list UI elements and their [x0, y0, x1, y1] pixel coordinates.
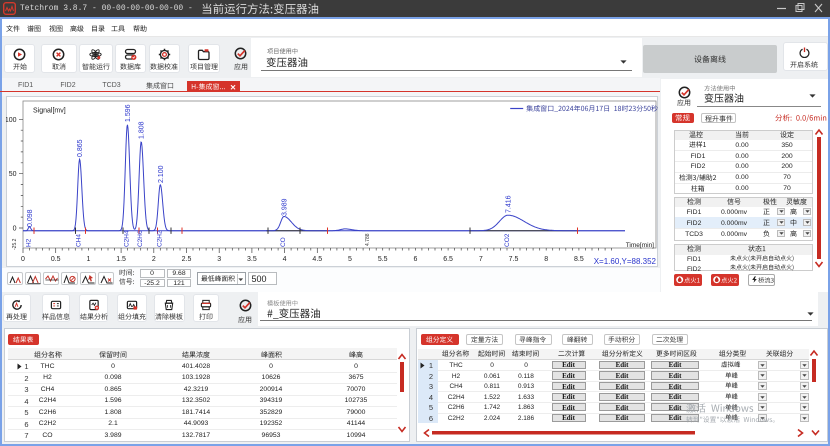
svg-text:0: 0	[21, 256, 25, 263]
svg-text:5.5: 5.5	[378, 256, 388, 263]
svg-text:0.865: 0.865	[77, 139, 84, 157]
svg-text:C2H4: C2H4	[123, 230, 130, 247]
svg-text:6.5: 6.5	[443, 256, 453, 263]
svg-text:0.098: 0.098	[27, 209, 34, 227]
svg-text:4.5: 4.5	[312, 256, 322, 263]
svg-text:3.989: 3.989	[281, 198, 288, 216]
svg-text:1.808: 1.808	[139, 121, 146, 139]
svg-text:4: 4	[283, 256, 287, 263]
svg-text:2.100: 2.100	[158, 165, 165, 183]
svg-text:0.5: 0.5	[51, 256, 61, 263]
svg-text:8: 8	[544, 256, 548, 263]
svg-text:CO2: CO2	[504, 233, 511, 247]
svg-text:H2: H2	[25, 238, 32, 247]
svg-text:7.416: 7.416	[506, 195, 513, 213]
svg-text:3: 3	[217, 256, 221, 263]
svg-text:1: 1	[86, 256, 90, 263]
svg-text:0: 0	[13, 226, 17, 233]
svg-text:7: 7	[479, 256, 483, 263]
svg-text:4.788: 4.788	[365, 233, 371, 246]
svg-text:1.596: 1.596	[125, 104, 132, 122]
svg-text:8.5: 8.5	[574, 256, 584, 263]
svg-text:Signal[mv]: Signal[mv]	[33, 108, 66, 115]
svg-text:1.5: 1.5	[116, 256, 126, 263]
svg-text:5: 5	[348, 256, 352, 263]
svg-text:50: 50	[9, 171, 17, 178]
svg-text:-25.2: -25.2	[12, 238, 18, 250]
svg-text:3.5: 3.5	[247, 256, 257, 263]
svg-text:CO: CO	[280, 237, 287, 247]
svg-text:100: 100	[6, 117, 17, 124]
svg-text:C2H6: C2H6	[137, 230, 144, 247]
svg-text:Time[min]: Time[min]	[626, 242, 654, 249]
svg-text:CH4: CH4	[76, 234, 83, 247]
svg-text:7.5: 7.5	[509, 256, 519, 263]
svg-text:6: 6	[413, 256, 417, 263]
svg-text:2.5: 2.5	[182, 256, 192, 263]
svg-text:2: 2	[152, 256, 156, 263]
svg-text:C2H2: C2H2	[156, 230, 163, 247]
